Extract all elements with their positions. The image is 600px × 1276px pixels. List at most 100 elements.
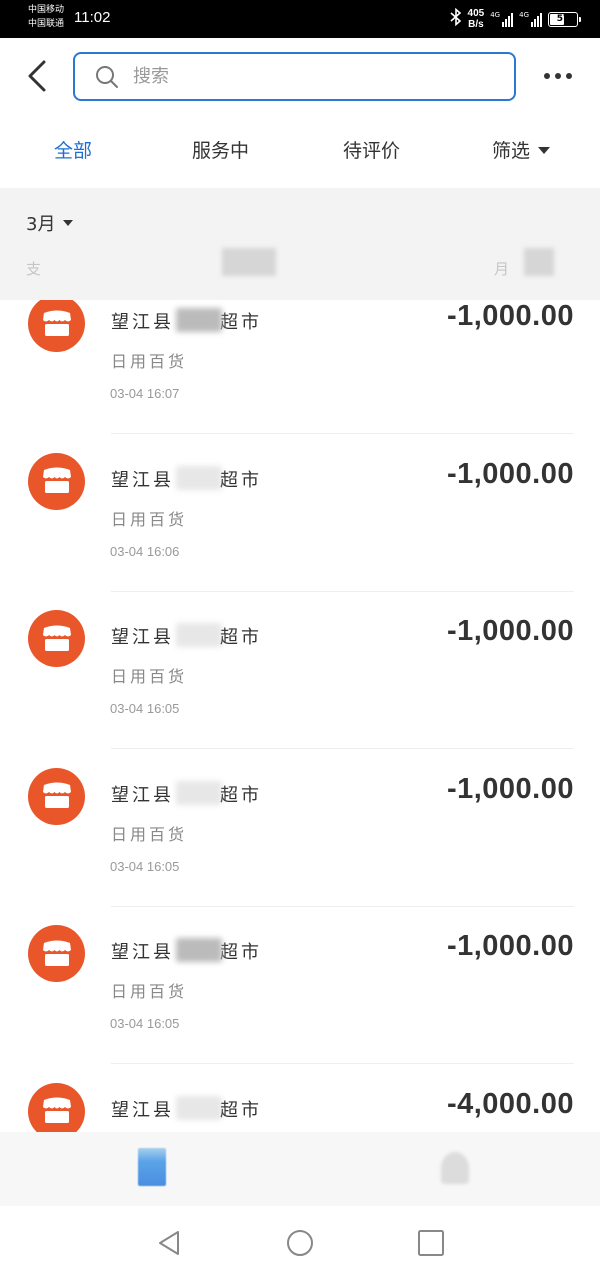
back-arrow-icon — [28, 60, 46, 92]
redacted-summary-value — [524, 248, 554, 276]
transaction-amount: -1,000.00 — [446, 615, 574, 647]
merchant-name-suffix: 超市 — [220, 1099, 262, 1121]
filter-tabs: 全部 服务中 待评价 筛选 — [0, 118, 600, 188]
transaction-category: 日用百货 — [111, 509, 188, 529]
row-divider — [111, 433, 574, 434]
month-label: 3月 — [26, 214, 56, 235]
caret-down-icon — [63, 220, 74, 226]
nav-back-icon — [159, 1231, 179, 1255]
transaction-time: 03-04 16:05 — [110, 701, 180, 716]
carrier-2-label: 中国联通 — [28, 19, 65, 29]
store-icon — [28, 1082, 85, 1132]
transaction-list: 望江县 超市 -1,000.00 日用百货 03-04 16:07 望江县 超市 -… — [0, 300, 600, 1132]
month-summary-bar: 3月 支 月 — [0, 188, 600, 300]
merchant-name-suffix: 超市 — [220, 627, 262, 648]
redacted-merchant-name — [176, 780, 222, 805]
transaction-amount: -4,000.00 — [446, 1087, 574, 1120]
signal-2-tag: 4G — [519, 11, 529, 19]
transaction-amount: -1,000.00 — [446, 300, 574, 332]
merchant-name-prefix: 望江县 — [111, 312, 174, 333]
row-divider — [111, 1063, 574, 1064]
month-selector[interactable]: 3月 — [26, 210, 74, 236]
battery-icon: 57 — [548, 11, 581, 27]
tab-to-review[interactable]: 待评价 — [343, 136, 400, 163]
transaction-row[interactable]: 望江县 超市 -4,000.00 — [0, 1066, 600, 1132]
transaction-row[interactable]: 望江县 超市 -1,000.00 日用百货 03-04 16:05 — [0, 751, 600, 908]
transaction-time: 03-04 16:06 — [110, 543, 180, 559]
more-icon — [544, 73, 572, 79]
summary-month-label: 月 — [494, 260, 510, 278]
row-divider — [111, 590, 574, 592]
merchant-name-prefix: 望江县 — [111, 627, 174, 648]
nav-back-button[interactable] — [155, 1228, 185, 1258]
bottom-tab-bill[interactable] — [136, 1142, 168, 1194]
tab-filter[interactable]: 筛选 — [492, 136, 551, 163]
store-icon — [28, 925, 85, 982]
merchant-name-suffix: 超市 — [220, 469, 262, 491]
merchant-name-prefix: 望江县 — [111, 1099, 174, 1121]
network-speed-unit: B/s — [468, 19, 484, 30]
transaction-amount: -1,000.00 — [446, 772, 574, 805]
tab-all[interactable]: 全部 — [54, 136, 92, 163]
merchant-name-prefix: 望江县 — [111, 784, 174, 806]
transaction-row[interactable]: 望江县 超市 -1,000.00 日用百货 03-04 16:06 — [0, 436, 600, 593]
transaction-amount: -1,000.00 — [446, 457, 574, 490]
nav-home-icon — [287, 1230, 313, 1256]
transaction-row[interactable]: 望江县 超市 -1,000.00 日用百货 03-04 16:05 — [0, 593, 600, 750]
transaction-amount: -1,000.00 — [446, 930, 574, 962]
bottom-tab-bar — [0, 1132, 600, 1206]
redacted-merchant-name — [176, 465, 222, 490]
transaction-time: 03-04 16:05 — [110, 1016, 180, 1031]
redacted-merchant-name — [176, 308, 222, 332]
transaction-time: 03-04 16:07 — [110, 386, 180, 401]
store-icon — [28, 300, 85, 352]
tab-in-service[interactable]: 服务中 — [192, 136, 249, 163]
network-speed: 405 B/s — [468, 8, 485, 30]
merchant-name-prefix: 望江县 — [111, 942, 174, 963]
redacted-merchant-name — [176, 623, 222, 647]
stats-tab-icon — [441, 1152, 469, 1184]
more-button[interactable] — [544, 66, 578, 86]
summary-expense-label: 支 — [26, 260, 42, 278]
bill-tab-icon — [138, 1148, 166, 1186]
transaction-time: 03-04 16:05 — [110, 858, 180, 874]
merchant-name-prefix: 望江县 — [111, 469, 174, 491]
redacted-summary-value — [222, 248, 276, 276]
system-nav-bar — [0, 1206, 600, 1276]
signal-1-tag: 4G — [490, 11, 501, 19]
store-icon — [28, 452, 85, 510]
network-speed-value: 405 — [467, 8, 485, 19]
status-time: 11:02 — [74, 9, 111, 26]
row-divider — [111, 905, 574, 907]
transaction-row[interactable]: 望江县 超市 -1,000.00 日用百货 03-04 16:07 — [0, 300, 600, 435]
status-indicators: 405 B/s 4G 4G 57 — [449, 6, 581, 32]
nav-recents-button[interactable] — [416, 1228, 446, 1258]
merchant-name-suffix: 超市 — [220, 312, 262, 333]
transaction-row[interactable]: 望江县 超市 -1,000.00 日用百货 03-04 16:05 — [0, 908, 600, 1065]
carrier-info: 中国移动 中国联通 — [28, 3, 64, 31]
header — [0, 38, 600, 118]
search-box[interactable] — [73, 52, 516, 101]
back-button[interactable] — [22, 56, 54, 96]
store-icon — [28, 767, 85, 825]
bluetooth-icon — [449, 7, 462, 30]
carrier-1-label: 中国移动 — [28, 5, 65, 15]
redacted-merchant-name — [176, 1095, 222, 1120]
battery-percent: 57 — [556, 14, 570, 24]
signal-icon: 4G — [490, 11, 514, 27]
transaction-category: 日用百货 — [111, 352, 188, 371]
transaction-category: 日用百货 — [111, 667, 188, 686]
store-icon — [28, 610, 85, 667]
nav-home-button[interactable] — [285, 1228, 315, 1258]
search-icon — [96, 65, 118, 88]
caret-down-icon — [538, 147, 551, 154]
status-bar: 中国移动 中国联通 11:02 405 B/s 4G 4G 57 — [0, 0, 600, 38]
search-input[interactable] — [133, 66, 514, 87]
bottom-tab-stats[interactable] — [438, 1142, 474, 1194]
tab-filter-label: 筛选 — [492, 140, 531, 162]
signal-icon: 4G — [519, 11, 542, 27]
merchant-name-suffix: 超市 — [220, 784, 262, 806]
row-divider — [111, 748, 574, 749]
transaction-category: 日用百货 — [111, 982, 188, 1001]
merchant-name-suffix: 超市 — [220, 942, 262, 963]
